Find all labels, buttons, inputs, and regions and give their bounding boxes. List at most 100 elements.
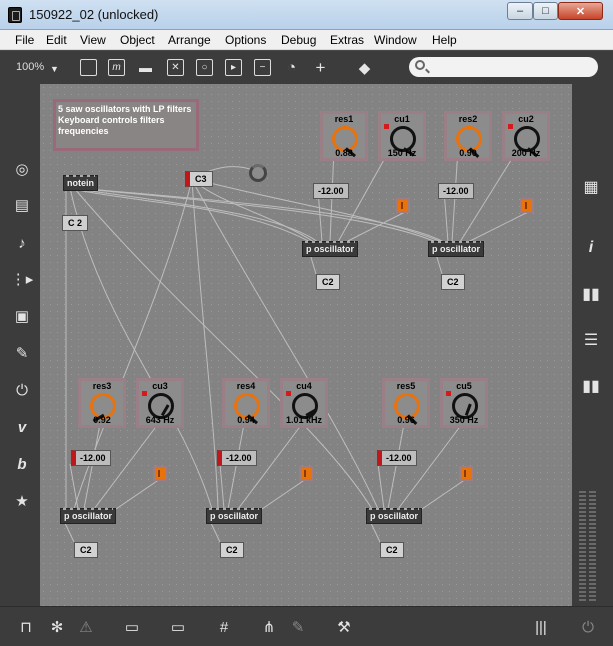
dial-cu1[interactable]: cu1 150 Hz: [378, 111, 426, 161]
toggle-1[interactable]: [396, 198, 410, 213]
bitmap-b-icon[interactable]: b: [13, 455, 31, 473]
comment-icon[interactable]: ▬: [137, 59, 154, 76]
dial-res4[interactable]: res4 0.94: [222, 378, 270, 428]
plus-icon[interactable]: +: [312, 58, 329, 77]
midi-flow-icon[interactable]: ⋮▸: [11, 270, 34, 288]
patcher-canvas[interactable]: 5 saw oscillators with LP filters Keyboa…: [40, 84, 572, 606]
bottom-bar: ⊓ ✻ ⚠ ▭ ▭ # ⋔ ✎ ⚒ ||| ⏻: [0, 606, 613, 646]
maximize-button[interactable]: □: [533, 2, 558, 20]
search-icon: [415, 60, 425, 70]
dial-cu3[interactable]: cu3 643 Hz: [136, 378, 184, 428]
message-icon[interactable]: m: [108, 59, 125, 76]
title-bar: 150922_02 (unlocked) – □ ✕: [0, 0, 613, 30]
oscillator-object-2[interactable]: p oscillator: [428, 241, 485, 257]
slider-icon[interactable]: −: [254, 59, 271, 76]
image-icon[interactable]: ▣: [13, 307, 31, 325]
menu-help[interactable]: Help: [432, 33, 457, 47]
toggle-3[interactable]: [153, 466, 167, 481]
toggle-5[interactable]: [459, 466, 473, 481]
menu-bar: File Edit View Object Arrange Options De…: [0, 30, 613, 50]
menu-window[interactable]: Window: [374, 33, 417, 47]
dial-cu5[interactable]: cu5 350 Hz: [440, 378, 488, 428]
search-input[interactable]: [409, 57, 598, 77]
dial-res3[interactable]: res3 0.92: [78, 378, 126, 428]
reference-icon[interactable]: ▮▮: [580, 376, 602, 396]
oscillator-object-1[interactable]: p oscillator: [302, 241, 359, 257]
number-box-3[interactable]: -12.00: [71, 450, 111, 466]
power-icon[interactable]: ⏻: [578, 617, 598, 637]
pin-icon[interactable]: ✎: [288, 617, 308, 637]
notein-object[interactable]: notein: [63, 175, 98, 191]
menu-file[interactable]: File: [15, 33, 34, 47]
menu-view[interactable]: View: [80, 33, 106, 47]
toggle-2[interactable]: [520, 198, 534, 213]
dial-res5[interactable]: res5 0.96: [382, 378, 430, 428]
number-box-1[interactable]: -12.00: [313, 183, 349, 199]
note-message-5[interactable]: C2: [380, 542, 404, 558]
menu-arrange[interactable]: Arrange: [168, 33, 211, 47]
toggle-4[interactable]: [299, 466, 313, 481]
meter-right-channel: [589, 491, 596, 603]
paperclip-icon[interactable]: ✎: [13, 344, 31, 362]
presentation-icon[interactable]: ▭: [168, 617, 188, 637]
loadbang-spinner: [249, 164, 267, 182]
button-icon[interactable]: ○: [196, 59, 213, 76]
zoom-menu[interactable]: 100%: [16, 61, 44, 73]
oscillator-object-3[interactable]: p oscillator: [60, 508, 117, 524]
note-message-3[interactable]: C2: [74, 542, 98, 558]
left-sidebar: ◎ ▤ ♪ ⋮▸ ▣ ✎ ⏻ v b ★: [0, 84, 40, 606]
max-app-icon: [8, 7, 22, 23]
dial-res2[interactable]: res2 0.90: [444, 111, 492, 161]
note-message-2[interactable]: C2: [441, 274, 465, 290]
windows-icon[interactable]: ▭: [122, 617, 142, 637]
info-icon[interactable]: i: [580, 238, 602, 258]
star-icon[interactable]: ★: [13, 492, 31, 510]
wrench-icon[interactable]: ⚒: [334, 617, 354, 637]
grid-icon[interactable]: ▦: [580, 177, 602, 197]
dial-icon[interactable]: ◔: [283, 59, 300, 76]
close-button[interactable]: ✕: [558, 2, 603, 20]
grid-icon[interactable]: #: [214, 617, 234, 637]
max-patcher-window: 150922_02 (unlocked) – □ ✕ File Edit Vie…: [0, 0, 613, 646]
presentation-icon[interactable]: [80, 59, 97, 76]
hierarchy-icon[interactable]: ⋔: [259, 617, 279, 637]
number-box-4[interactable]: -12.00: [217, 450, 257, 466]
dial-cu4[interactable]: cu4 1.01 kHz: [280, 378, 328, 428]
play-icon[interactable]: ▸: [225, 59, 242, 76]
keyboard-icon[interactable]: ▤: [13, 196, 31, 214]
zoom-chevron-down-icon[interactable]: ▼: [46, 60, 63, 77]
note-message-4[interactable]: C2: [220, 542, 244, 558]
patch-comment: 5 saw oscillators with LP filters Keyboa…: [53, 99, 199, 151]
snowflake-icon[interactable]: ✻: [47, 617, 67, 637]
meter-left-channel: [579, 491, 586, 603]
oscillator-object-4[interactable]: p oscillator: [206, 508, 263, 524]
vimeo-icon[interactable]: v: [13, 418, 31, 436]
object-explorer-icon[interactable]: ◎: [13, 160, 31, 178]
menu-object[interactable]: Object: [120, 33, 155, 47]
c3-message[interactable]: C3: [185, 171, 213, 187]
dial-cu2[interactable]: cu2 200 Hz: [502, 111, 550, 161]
menu-extras[interactable]: Extras: [330, 33, 364, 47]
menu-options[interactable]: Options: [225, 33, 266, 47]
music-note-icon[interactable]: ♪: [13, 234, 31, 252]
note-message-1[interactable]: C2: [316, 274, 340, 290]
audio-meter: [579, 491, 599, 603]
book-icon[interactable]: ▮▮: [580, 284, 602, 304]
window-title: 150922_02 (unlocked): [29, 7, 159, 22]
paint-bucket-icon[interactable]: ◆: [356, 59, 373, 77]
lock-icon[interactable]: ⊓: [16, 617, 36, 637]
number-box-2[interactable]: -12.00: [438, 183, 474, 199]
menu-debug[interactable]: Debug: [281, 33, 316, 47]
note-message-top[interactable]: C 2: [62, 215, 89, 231]
dial-res1[interactable]: res1 0.88: [320, 111, 368, 161]
plug-icon[interactable]: ⏻: [13, 381, 31, 399]
list-icon[interactable]: ☰: [580, 330, 602, 350]
mixer-icon[interactable]: |||: [531, 617, 551, 637]
menu-edit[interactable]: Edit: [46, 33, 67, 47]
patch-cords: [63, 148, 529, 543]
oscillator-object-5[interactable]: p oscillator: [366, 508, 423, 524]
minimize-button[interactable]: –: [507, 2, 533, 20]
warning-icon[interactable]: ⚠: [76, 617, 96, 637]
number-box-5[interactable]: -12.00: [377, 450, 417, 466]
toggle-box-icon[interactable]: ✕: [167, 59, 184, 76]
